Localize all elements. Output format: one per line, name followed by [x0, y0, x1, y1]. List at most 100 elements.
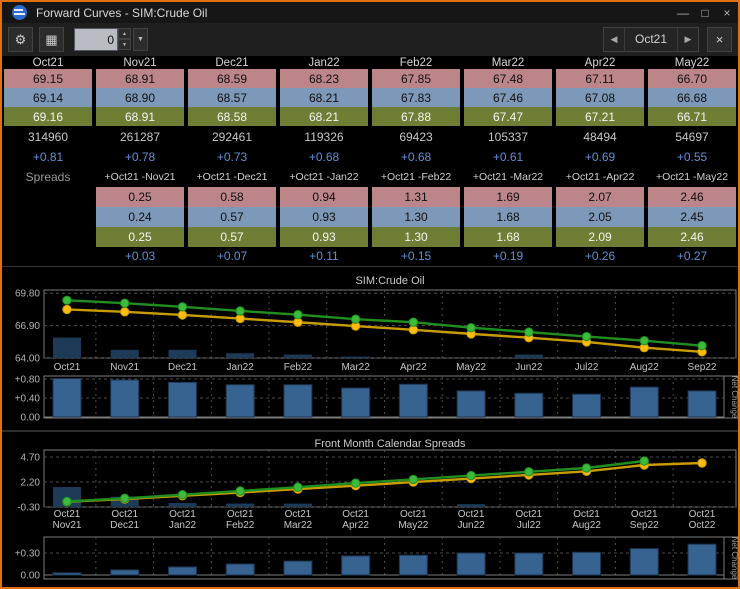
svg-text:2.20: 2.20	[21, 478, 41, 489]
spread-bid-cell[interactable]: 2.45	[648, 207, 736, 227]
svg-text:Jun22: Jun22	[457, 520, 485, 531]
spread-last-cell[interactable]: 1.68	[464, 227, 552, 247]
bid-cell[interactable]: 66.68	[648, 88, 736, 107]
ask-cell[interactable]: 67.11	[556, 69, 644, 88]
bid-cell[interactable]: 67.83	[372, 88, 460, 107]
svg-text:Oct21: Oct21	[111, 509, 138, 520]
spread-header-cell: +Oct21 -Apr22	[554, 167, 646, 187]
settings-button[interactable]: ⚙	[8, 27, 33, 52]
maximize-button[interactable]: □	[694, 6, 716, 20]
svg-text:Oct21: Oct21	[400, 509, 427, 520]
volume-cell: 105337	[462, 126, 554, 147]
volume-cell: 314960	[2, 126, 94, 147]
spread-bid-cell[interactable]: 0.57	[188, 207, 276, 227]
spread-ask-cell[interactable]: 0.94	[280, 187, 368, 207]
spread-header-cell: +Oct21 -May22	[646, 167, 738, 187]
last-cell[interactable]: 67.21	[556, 107, 644, 126]
spread-bid-cell[interactable]: 0.93	[280, 207, 368, 227]
spread-ask-cell[interactable]: 0.58	[188, 187, 276, 207]
spread-ask-cell[interactable]: 0.25	[96, 187, 184, 207]
bid-cell[interactable]: 68.57	[188, 88, 276, 107]
spread-last-cell[interactable]: 2.46	[648, 227, 736, 247]
svg-text:Oct21: Oct21	[227, 509, 254, 520]
chevron-up-icon: ▲	[122, 31, 127, 37]
spread-change-cell: +0.03	[94, 247, 186, 265]
spread-bid-cell[interactable]: 1.30	[372, 207, 460, 227]
ask-cell[interactable]: 67.85	[372, 69, 460, 88]
gear-icon: ⚙	[15, 32, 27, 48]
spread-change-cell: +0.15	[370, 247, 462, 265]
volume-cell: 119326	[278, 126, 370, 147]
svg-text:Front Month Calendar Spreads: Front Month Calendar Spreads	[314, 438, 466, 450]
minimize-button[interactable]: —	[672, 6, 694, 20]
svg-text:0.00: 0.00	[21, 413, 41, 424]
last-cell[interactable]: 66.71	[648, 107, 736, 126]
svg-text:-0.30: -0.30	[17, 503, 40, 514]
spread-change-cell: +0.27	[646, 247, 738, 265]
spread-header-cell: +Oct21 -Jan22	[278, 167, 370, 187]
spread-bid-cell[interactable]: 0.24	[96, 207, 184, 227]
next-month-button[interactable]: ▶	[678, 28, 698, 51]
spread-bid-cell[interactable]: 1.68	[464, 207, 552, 227]
last-cell[interactable]: 68.58	[188, 107, 276, 126]
last-cell[interactable]: 67.88	[372, 107, 460, 126]
close-button[interactable]: ×	[716, 6, 738, 20]
month-header-cell: Mar22	[462, 56, 554, 69]
last-cell[interactable]: 68.21	[280, 107, 368, 126]
last-cell[interactable]: 68.91	[96, 107, 184, 126]
svg-text:Jan22: Jan22	[169, 520, 197, 531]
svg-text:Oct21: Oct21	[342, 509, 369, 520]
ask-cell[interactable]: 69.15	[4, 69, 92, 88]
spread-ask-cell[interactable]: 2.07	[556, 187, 644, 207]
svg-text:Nov21: Nov21	[53, 520, 82, 531]
last-cell[interactable]: 67.47	[464, 107, 552, 126]
grid-icon: ▦	[45, 32, 57, 48]
spinner-down-button[interactable]: ▼	[118, 39, 131, 50]
svg-text:Oct21: Oct21	[285, 509, 312, 520]
bid-cell[interactable]: 67.08	[556, 88, 644, 107]
grid-button[interactable]: ▦	[39, 27, 64, 52]
spread-ask-cell[interactable]: 1.69	[464, 187, 552, 207]
spread-last-cell[interactable]: 0.93	[280, 227, 368, 247]
spinner-input[interactable]	[74, 28, 118, 51]
spread-last-cell[interactable]: 0.25	[96, 227, 184, 247]
spread-ask-cell[interactable]: 2.46	[648, 187, 736, 207]
change-cell: +0.68	[278, 147, 370, 167]
panel-close-button[interactable]: ×	[707, 27, 732, 52]
month-header-cell: Jan22	[278, 56, 370, 69]
svg-text:66.90: 66.90	[15, 321, 40, 332]
spinner-up-button[interactable]: ▲	[118, 28, 131, 39]
ask-cell[interactable]: 66.70	[648, 69, 736, 88]
spread-last-cell[interactable]: 0.57	[188, 227, 276, 247]
change-cell: +0.78	[94, 147, 186, 167]
spread-last-cell[interactable]: 2.09	[556, 227, 644, 247]
svg-text:Dec21: Dec21	[110, 520, 139, 531]
bid-cell[interactable]: 69.14	[4, 88, 92, 107]
close-icon: ×	[716, 32, 724, 47]
price-chart: 69.8066.9064.00SIM:Crude OilOct21Nov21De…	[2, 267, 740, 373]
spread-header-cell: +Oct21 -Mar22	[462, 167, 554, 187]
last-cell[interactable]: 69.16	[4, 107, 92, 126]
toolbar: ⚙ ▦ ▲ ▼ ▼ ◀ Oct21 ▶ ×	[2, 23, 738, 57]
volume-cell: 69423	[370, 126, 462, 147]
bid-cell[interactable]: 68.90	[96, 88, 184, 107]
month-header-cell: Feb22	[370, 56, 462, 69]
ask-cell[interactable]: 68.23	[280, 69, 368, 88]
volume-cell: 54697	[646, 126, 738, 147]
spinner-dropdown-button[interactable]: ▼	[133, 28, 148, 51]
spreads-net-change-chart: +0.300.00Net Change	[2, 533, 740, 583]
bid-cell[interactable]: 67.46	[464, 88, 552, 107]
month-header-cell: Oct21	[2, 56, 94, 69]
ask-cell[interactable]: 67.48	[464, 69, 552, 88]
ask-cell[interactable]: 68.91	[96, 69, 184, 88]
contract-offset-spinner: ▲ ▼ ▼	[74, 28, 148, 51]
ask-cell[interactable]: 68.59	[188, 69, 276, 88]
bid-cell[interactable]: 68.21	[280, 88, 368, 107]
svg-text:Aug22: Aug22	[572, 520, 601, 531]
chevron-left-icon: ◀	[611, 34, 618, 45]
spread-bid-cell[interactable]: 2.05	[556, 207, 644, 227]
spread-ask-cell[interactable]: 1.31	[372, 187, 460, 207]
prev-month-button[interactable]: ◀	[604, 28, 624, 51]
spread-row-spacer	[2, 247, 94, 265]
spread-last-cell[interactable]: 1.30	[372, 227, 460, 247]
